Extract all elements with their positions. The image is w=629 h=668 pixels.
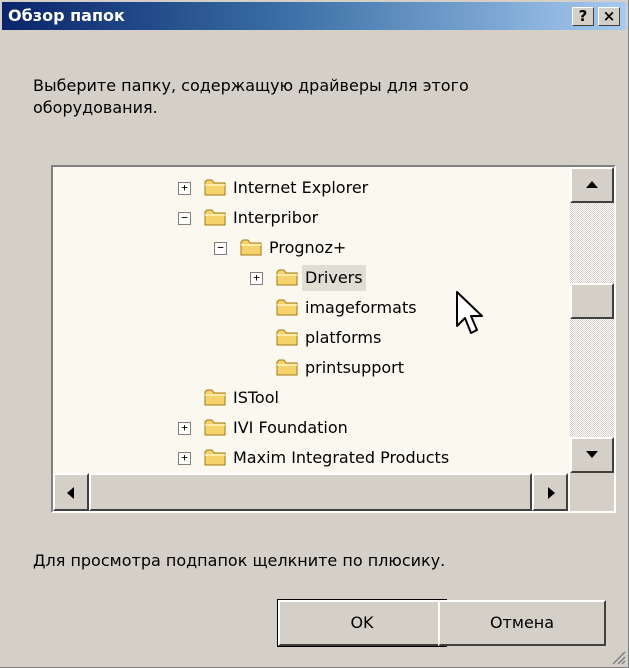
folder-tree-viewport: + Internet Explorer − Interpribor − Prog… [53,167,568,473]
tree-node-label: Prognoz+ [269,238,347,257]
ok-button[interactable]: OK [277,599,447,647]
tree-node-istool[interactable]: ISTool [53,385,568,415]
tree-node-interpribor[interactable]: − Interpribor [53,205,568,235]
arrow-right-icon [548,487,555,499]
collapse-icon[interactable]: − [214,242,227,255]
tree-node-label: ISTool [233,388,279,407]
browse-folder-dialog: Обзор папок ? × Выберите папку, содержащ… [0,0,629,668]
folder-icon [204,179,226,196]
tree-node-internet-explorer[interactable]: + Internet Explorer [53,175,568,205]
tree-node-label: printsupport [305,358,405,377]
tree-node-label: platforms [305,328,382,347]
tree-node-platforms[interactable]: platforms [53,325,568,355]
scroll-down-button[interactable] [570,437,614,473]
tree-node-maxim[interactable]: + Maxim Integrated Products [53,445,568,473]
scroll-left-button[interactable] [53,473,89,511]
instruction-text: Выберите папку, содержащую драйверы для … [33,76,469,117]
tree-node-prognoz[interactable]: − Prognoz+ [53,235,568,265]
expand-icon[interactable]: + [178,452,191,465]
folder-icon [276,329,298,346]
tree-node-imageformats[interactable]: imageformats [53,295,568,325]
folder-icon [204,449,226,466]
scroll-thumb-horizontal[interactable] [89,473,532,511]
scroll-up-button[interactable] [570,167,614,203]
tree-node-label: Internet Explorer [233,178,369,197]
scroll-thumb[interactable] [570,283,614,319]
hint-text: Для просмотра подпапок щелкните по плюси… [33,551,446,570]
folder-icon [240,239,262,256]
arrow-left-icon [67,487,74,499]
arrow-down-icon [586,451,598,458]
folder-icon [204,209,226,226]
close-button[interactable]: × [598,7,620,26]
arrow-up-icon [586,181,598,188]
tree-node-printsupport[interactable]: printsupport [53,355,568,385]
expand-icon[interactable]: + [178,182,191,195]
folder-icon [276,359,298,376]
tree-node-label-selected: Drivers [302,265,366,291]
tree-node-ivi-foundation[interactable]: + IVI Foundation [53,415,568,445]
tree-node-label: Interpribor [233,208,319,227]
cancel-button[interactable]: Отмена [438,600,606,646]
tree-node-label: Maxim Integrated Products [233,448,450,467]
expand-icon[interactable]: + [250,272,263,285]
vertical-scrollbar[interactable] [570,167,614,473]
dialog-title: Обзор папок [8,6,125,25]
title-bar[interactable]: Обзор папок ? × [2,2,626,30]
mouse-pointer-icon [456,291,483,334]
horizontal-scrollbar[interactable] [53,473,568,511]
scroll-corner [570,473,614,511]
help-button[interactable]: ? [572,7,594,26]
folder-icon [204,419,226,436]
scroll-right-button[interactable] [532,473,568,511]
resize-grip-icon[interactable] [610,649,626,665]
collapse-icon[interactable]: − [178,212,191,225]
folder-icon [276,269,298,286]
expand-icon[interactable]: + [178,422,191,435]
tree-node-label: imageformats [305,298,417,317]
folder-icon [276,299,298,316]
tree-node-drivers[interactable]: + Drivers [53,265,568,295]
tree-node-label: IVI Foundation [233,418,348,437]
folder-tree[interactable]: + Internet Explorer − Interpribor − Prog… [51,165,616,513]
folder-icon [204,389,226,406]
